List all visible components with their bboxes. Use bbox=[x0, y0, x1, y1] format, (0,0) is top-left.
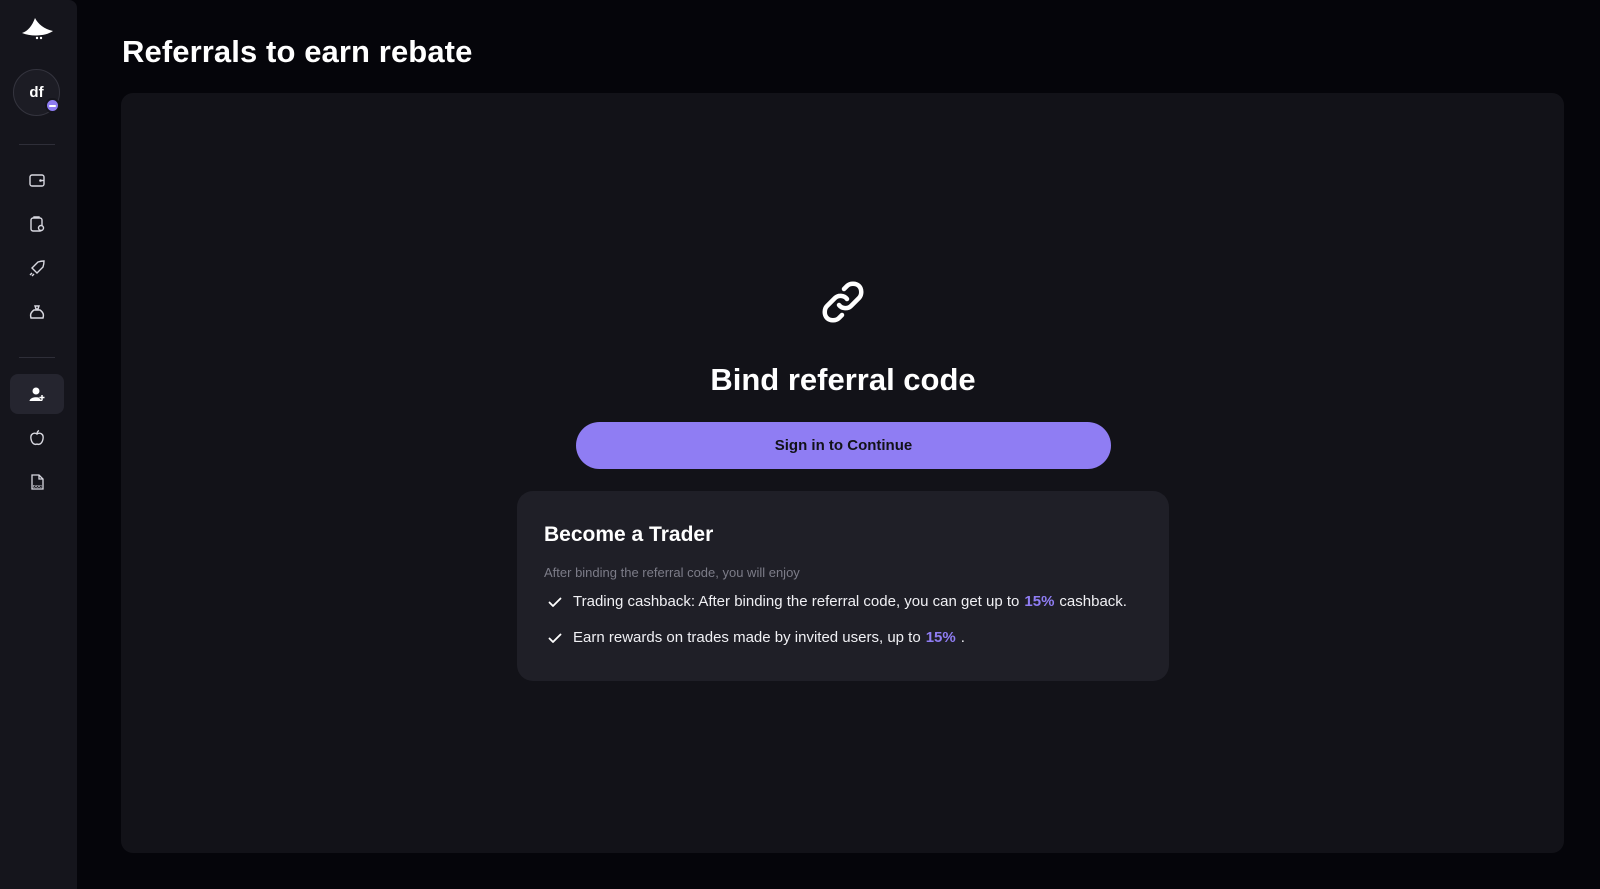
rocket-icon bbox=[29, 260, 45, 277]
benefit-text: Earn rewards on trades made by invited u… bbox=[573, 629, 921, 646]
become-trader-card: Become a Trader After binding the referr… bbox=[517, 491, 1169, 681]
sidebar-divider bbox=[19, 144, 55, 145]
benefit-highlight: 15% bbox=[1024, 593, 1055, 610]
sidebar-item-launch[interactable] bbox=[10, 248, 64, 288]
sign-in-button[interactable]: Sign in to Continue bbox=[576, 422, 1111, 469]
checkmark-icon bbox=[548, 597, 562, 607]
wallet-icon bbox=[29, 174, 45, 187]
sidebar-item-apple[interactable] bbox=[10, 418, 64, 458]
link-icon bbox=[815, 274, 871, 330]
sidebar-item-orders[interactable] bbox=[10, 204, 64, 244]
money-bag-icon bbox=[29, 305, 45, 319]
bind-referral-title: Bind referral code bbox=[710, 362, 976, 397]
sidebar-item-docs[interactable]: DOC bbox=[10, 462, 64, 502]
checkmark-icon bbox=[548, 633, 562, 643]
apple-icon bbox=[30, 429, 44, 446]
page-title: Referrals to earn rebate bbox=[122, 34, 473, 69]
benefit-item: Trading cashback: After binding the refe… bbox=[547, 593, 1127, 610]
sidebar-divider bbox=[19, 357, 55, 358]
benefit-item: Earn rewards on trades made by invited u… bbox=[547, 629, 965, 646]
clipboard-icon bbox=[30, 216, 45, 232]
benefit-text-after: cashback. bbox=[1059, 593, 1127, 610]
sidebar-item-earn[interactable] bbox=[10, 292, 64, 332]
avatar-status-badge bbox=[45, 98, 60, 113]
app-logo-icon[interactable] bbox=[20, 16, 54, 42]
benefit-text-after: . bbox=[960, 629, 965, 646]
doc-file-icon: DOC bbox=[31, 474, 44, 490]
benefit-highlight: 15% bbox=[925, 629, 956, 646]
svg-text:DOC: DOC bbox=[33, 484, 42, 489]
sidebar: df DOC bbox=[0, 0, 77, 889]
trader-card-title: Become a Trader bbox=[544, 523, 714, 546]
trader-card-subtitle: After binding the referral code, you wil… bbox=[544, 565, 800, 580]
referral-panel bbox=[121, 93, 1564, 853]
benefit-text: Trading cashback: After binding the refe… bbox=[573, 593, 1020, 610]
avatar-initials: df bbox=[29, 84, 44, 101]
sidebar-item-wallet[interactable] bbox=[10, 160, 64, 200]
